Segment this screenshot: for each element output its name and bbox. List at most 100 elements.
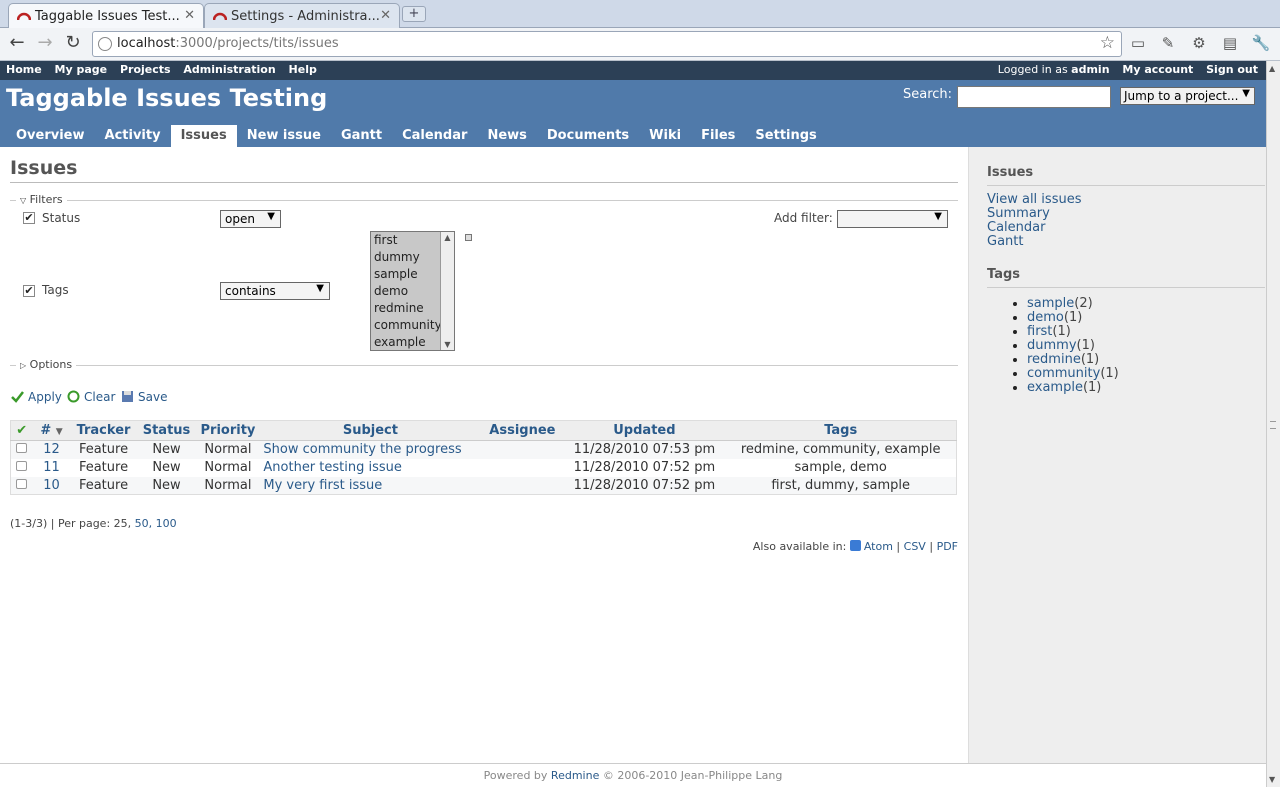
scroll-down-icon[interactable]: ▼ bbox=[442, 340, 453, 349]
row-checkbox[interactable] bbox=[10, 476, 33, 495]
reload-icon bbox=[67, 390, 80, 403]
tag-count: (1) bbox=[1052, 324, 1071, 339]
dropdown-arrow-icon: ▼ bbox=[267, 211, 275, 222]
tab-documents[interactable]: Documents bbox=[537, 125, 639, 147]
new-tab-button[interactable]: + bbox=[402, 6, 426, 22]
tab-issues[interactable]: Issues bbox=[170, 125, 237, 147]
column-header-priority[interactable]: Priority bbox=[196, 420, 260, 441]
tags-filter-checkbox[interactable]: ✔ bbox=[23, 285, 35, 297]
sidebar-gantt[interactable]: Gantt bbox=[987, 235, 1023, 249]
top-menu-home[interactable]: Home bbox=[6, 63, 42, 76]
wrench-icon[interactable]: 🔧 bbox=[1250, 34, 1272, 54]
tag-link[interactable]: redmine bbox=[1027, 352, 1081, 367]
issue-subject[interactable]: Another testing issue bbox=[259, 458, 482, 477]
tag-count: (1) bbox=[1076, 338, 1095, 353]
tab-gantt[interactable]: Gantt bbox=[331, 125, 392, 147]
sidebar-summary[interactable]: Summary bbox=[987, 207, 1050, 221]
toggle-multiselect-icon[interactable] bbox=[465, 234, 472, 241]
tab-files[interactable]: Files bbox=[691, 125, 745, 147]
bookmark-star-icon[interactable]: ☆ bbox=[1100, 33, 1115, 53]
sidebar-view-all-issues[interactable]: View all issues bbox=[987, 193, 1081, 207]
tags-multiselect[interactable]: first dummy sample demo redmine communit… bbox=[370, 231, 455, 351]
column-header-id[interactable]: # ▼ bbox=[32, 420, 71, 441]
clear-button[interactable]: Clear bbox=[67, 390, 115, 404]
column-header-status[interactable]: Status bbox=[136, 420, 197, 441]
tags-scrollbar[interactable]: ▲ ▼ bbox=[440, 232, 454, 350]
redmine-link[interactable]: Redmine bbox=[551, 769, 599, 782]
per-page-50[interactable]: 50, bbox=[135, 517, 153, 530]
gear-icon[interactable]: ⚙ bbox=[1188, 34, 1210, 54]
apply-button[interactable]: Apply bbox=[11, 390, 62, 404]
options-legend[interactable]: ▷ Options bbox=[16, 358, 77, 371]
tab-activity[interactable]: Activity bbox=[95, 125, 171, 147]
scroll-up-icon[interactable]: ▲ bbox=[442, 233, 453, 242]
issue-id[interactable]: 12 bbox=[32, 440, 71, 459]
ruler-icon[interactable]: ▭ bbox=[1127, 34, 1149, 54]
filters-legend[interactable]: ▽ Filters bbox=[16, 193, 67, 206]
csv-link[interactable]: CSV bbox=[904, 540, 926, 553]
logged-in-label: Logged in as admin bbox=[997, 63, 1110, 76]
back-arrow-icon[interactable]: ← bbox=[6, 33, 28, 55]
forward-arrow-icon[interactable]: → bbox=[34, 33, 56, 55]
tab-settings[interactable]: Settings bbox=[745, 125, 826, 147]
atom-link[interactable]: Atom bbox=[864, 540, 893, 553]
reload-icon[interactable]: ↻ bbox=[62, 33, 84, 55]
issue-id[interactable]: 11 bbox=[32, 458, 71, 477]
table-row[interactable]: 10 Feature New Normal My very first issu… bbox=[10, 476, 957, 495]
tab-wiki[interactable]: Wiki bbox=[639, 125, 691, 147]
top-menu-administration[interactable]: Administration bbox=[183, 63, 275, 76]
tab-close-icon[interactable]: ✕ bbox=[184, 8, 195, 23]
tab-new-issue[interactable]: New issue bbox=[237, 125, 331, 147]
toggle-all-checkmark-icon[interactable]: ✔ bbox=[10, 420, 33, 441]
pdf-link[interactable]: PDF bbox=[937, 540, 958, 553]
row-checkbox[interactable] bbox=[10, 440, 33, 459]
tag-link[interactable]: example bbox=[1027, 380, 1083, 395]
title-divider bbox=[10, 182, 958, 183]
eyedropper-icon[interactable]: ✎ bbox=[1157, 34, 1179, 54]
tag-link[interactable]: demo bbox=[1027, 310, 1064, 325]
jump-to-project-select[interactable]: Jump to a project... ▼ bbox=[1120, 87, 1255, 105]
save-button[interactable]: Save bbox=[121, 390, 167, 404]
browser-tab-active[interactable]: Taggable Issues Test... ✕ bbox=[8, 3, 204, 29]
column-header-assignee[interactable]: Assignee bbox=[481, 420, 564, 441]
tab-close-icon[interactable]: ✕ bbox=[380, 8, 391, 23]
status-operator-select[interactable]: open ▼ bbox=[220, 210, 281, 228]
scroll-down-icon[interactable]: ▼ bbox=[1269, 775, 1275, 784]
sidebar-calendar[interactable]: Calendar bbox=[987, 221, 1045, 235]
top-menu-projects[interactable]: Projects bbox=[120, 63, 171, 76]
column-header-tags: Tags bbox=[725, 420, 957, 441]
tab-news[interactable]: News bbox=[477, 125, 536, 147]
top-menu-help[interactable]: Help bbox=[289, 63, 317, 76]
tag-link[interactable]: community bbox=[1027, 366, 1100, 381]
search-input[interactable] bbox=[957, 86, 1111, 108]
page-scrollbar[interactable]: ▲ ▼ bbox=[1266, 61, 1280, 787]
top-menu-my-page[interactable]: My page bbox=[55, 63, 108, 76]
per-page-100[interactable]: 100 bbox=[156, 517, 177, 530]
page-icon[interactable]: ▤ bbox=[1219, 34, 1241, 54]
tag-link[interactable]: first bbox=[1027, 324, 1052, 339]
address-bar[interactable]: localhost:3000/projects/tits/issues ☆ bbox=[92, 31, 1122, 57]
issue-id[interactable]: 10 bbox=[32, 476, 71, 495]
column-header-subject[interactable]: Subject bbox=[259, 420, 482, 441]
browser-tabstrip: Taggable Issues Test... ✕ Settings - Adm… bbox=[0, 0, 1280, 29]
tags-operator-select[interactable]: contains ▼ bbox=[220, 282, 330, 300]
tab-calendar[interactable]: Calendar bbox=[392, 125, 477, 147]
table-row[interactable]: 12 Feature New Normal Show community the… bbox=[10, 440, 957, 459]
add-filter-select[interactable]: ▼ bbox=[837, 210, 948, 228]
scroll-up-icon[interactable]: ▲ bbox=[1269, 64, 1275, 73]
tag-link[interactable]: sample bbox=[1027, 296, 1074, 311]
issue-subject[interactable]: My very first issue bbox=[259, 476, 482, 495]
logged-in-user[interactable]: admin bbox=[1071, 63, 1109, 76]
issue-subject[interactable]: Show community the progress bbox=[259, 440, 482, 459]
column-header-tracker[interactable]: Tracker bbox=[70, 420, 137, 441]
status-filter-checkbox[interactable]: ✔ bbox=[23, 212, 35, 224]
row-checkbox[interactable] bbox=[10, 458, 33, 477]
tag-link[interactable]: dummy bbox=[1027, 338, 1077, 353]
table-row[interactable]: 11 Feature New Normal Another testing is… bbox=[10, 458, 957, 477]
dropdown-arrow-icon: ▼ bbox=[934, 211, 942, 222]
top-menu-sign-out[interactable]: Sign out bbox=[1206, 63, 1258, 76]
top-menu-my-account[interactable]: My account bbox=[1122, 63, 1193, 76]
browser-tab-settings[interactable]: Settings - Administra... ✕ bbox=[204, 3, 400, 28]
column-header-updated[interactable]: Updated bbox=[563, 420, 726, 441]
tab-overview[interactable]: Overview bbox=[6, 125, 95, 147]
